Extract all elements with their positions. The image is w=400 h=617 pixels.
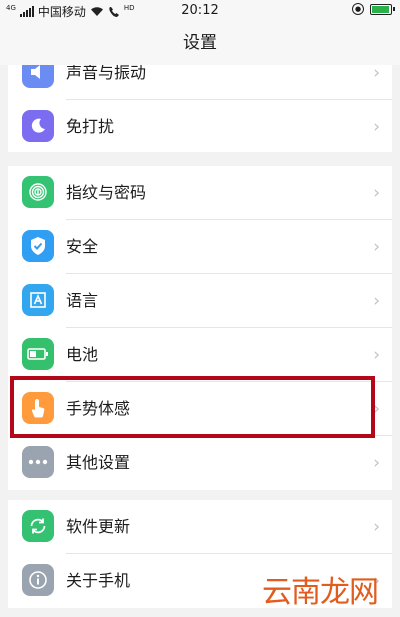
status-right: ● [352, 3, 395, 15]
settings-group-system: 指纹与密码 › 安全 › 语言 › 电池 › 手势体感 › 其他设置 › [8, 166, 392, 490]
row-label: 指纹与密码 [66, 183, 147, 202]
gesture-icon [22, 392, 54, 424]
nav-bar: 设置 [0, 22, 400, 65]
row-fingerprint-password[interactable]: 指纹与密码 › [8, 166, 392, 220]
row-label: 语言 [66, 291, 99, 310]
update-icon [22, 510, 54, 542]
row-battery[interactable]: 电池 › [8, 328, 392, 382]
watermark-logo: 云南龙网 [262, 575, 379, 610]
status-bar: 4G 中国移动 HD 20:12 ● [0, 0, 400, 22]
row-label: 关于手机 [66, 571, 131, 590]
rotation-lock-icon: ● [352, 3, 364, 15]
row-security[interactable]: 安全 › [8, 220, 392, 274]
row-software-update[interactable]: 软件更新 › [8, 500, 392, 554]
row-label: 其他设置 [66, 453, 131, 472]
shield-icon [22, 230, 54, 262]
row-label: 电池 [66, 345, 99, 364]
page-title: 设置 [183, 33, 217, 53]
info-icon [22, 564, 54, 596]
chevron-right-icon: › [373, 399, 380, 419]
chevron-right-icon: › [373, 291, 380, 311]
battery-level [372, 5, 389, 13]
chevron-right-icon: › [373, 183, 380, 203]
row-language[interactable]: 语言 › [8, 274, 392, 328]
language-icon [22, 284, 54, 316]
row-other-settings[interactable]: 其他设置 › [8, 436, 392, 490]
chevron-right-icon: › [373, 517, 380, 537]
chevron-right-icon: › [373, 345, 380, 365]
moon-icon [22, 110, 54, 142]
row-label: 手势体感 [66, 399, 131, 418]
more-icon [22, 446, 54, 478]
row-label: 安全 [66, 237, 99, 256]
chevron-right-icon: › [373, 453, 380, 473]
row-label: 免打扰 [66, 117, 115, 136]
fingerprint-icon [22, 176, 54, 208]
row-do-not-disturb[interactable]: 免打扰 › [8, 100, 392, 152]
battery-icon [22, 338, 54, 370]
row-label: 软件更新 [66, 517, 131, 536]
row-gesture-motion[interactable]: 手势体感 › [8, 382, 392, 436]
chevron-right-icon: › [373, 117, 380, 137]
battery-status-icon [370, 3, 395, 15]
status-time: 20:12 [181, 3, 219, 18]
chevron-right-icon: › [373, 237, 380, 257]
